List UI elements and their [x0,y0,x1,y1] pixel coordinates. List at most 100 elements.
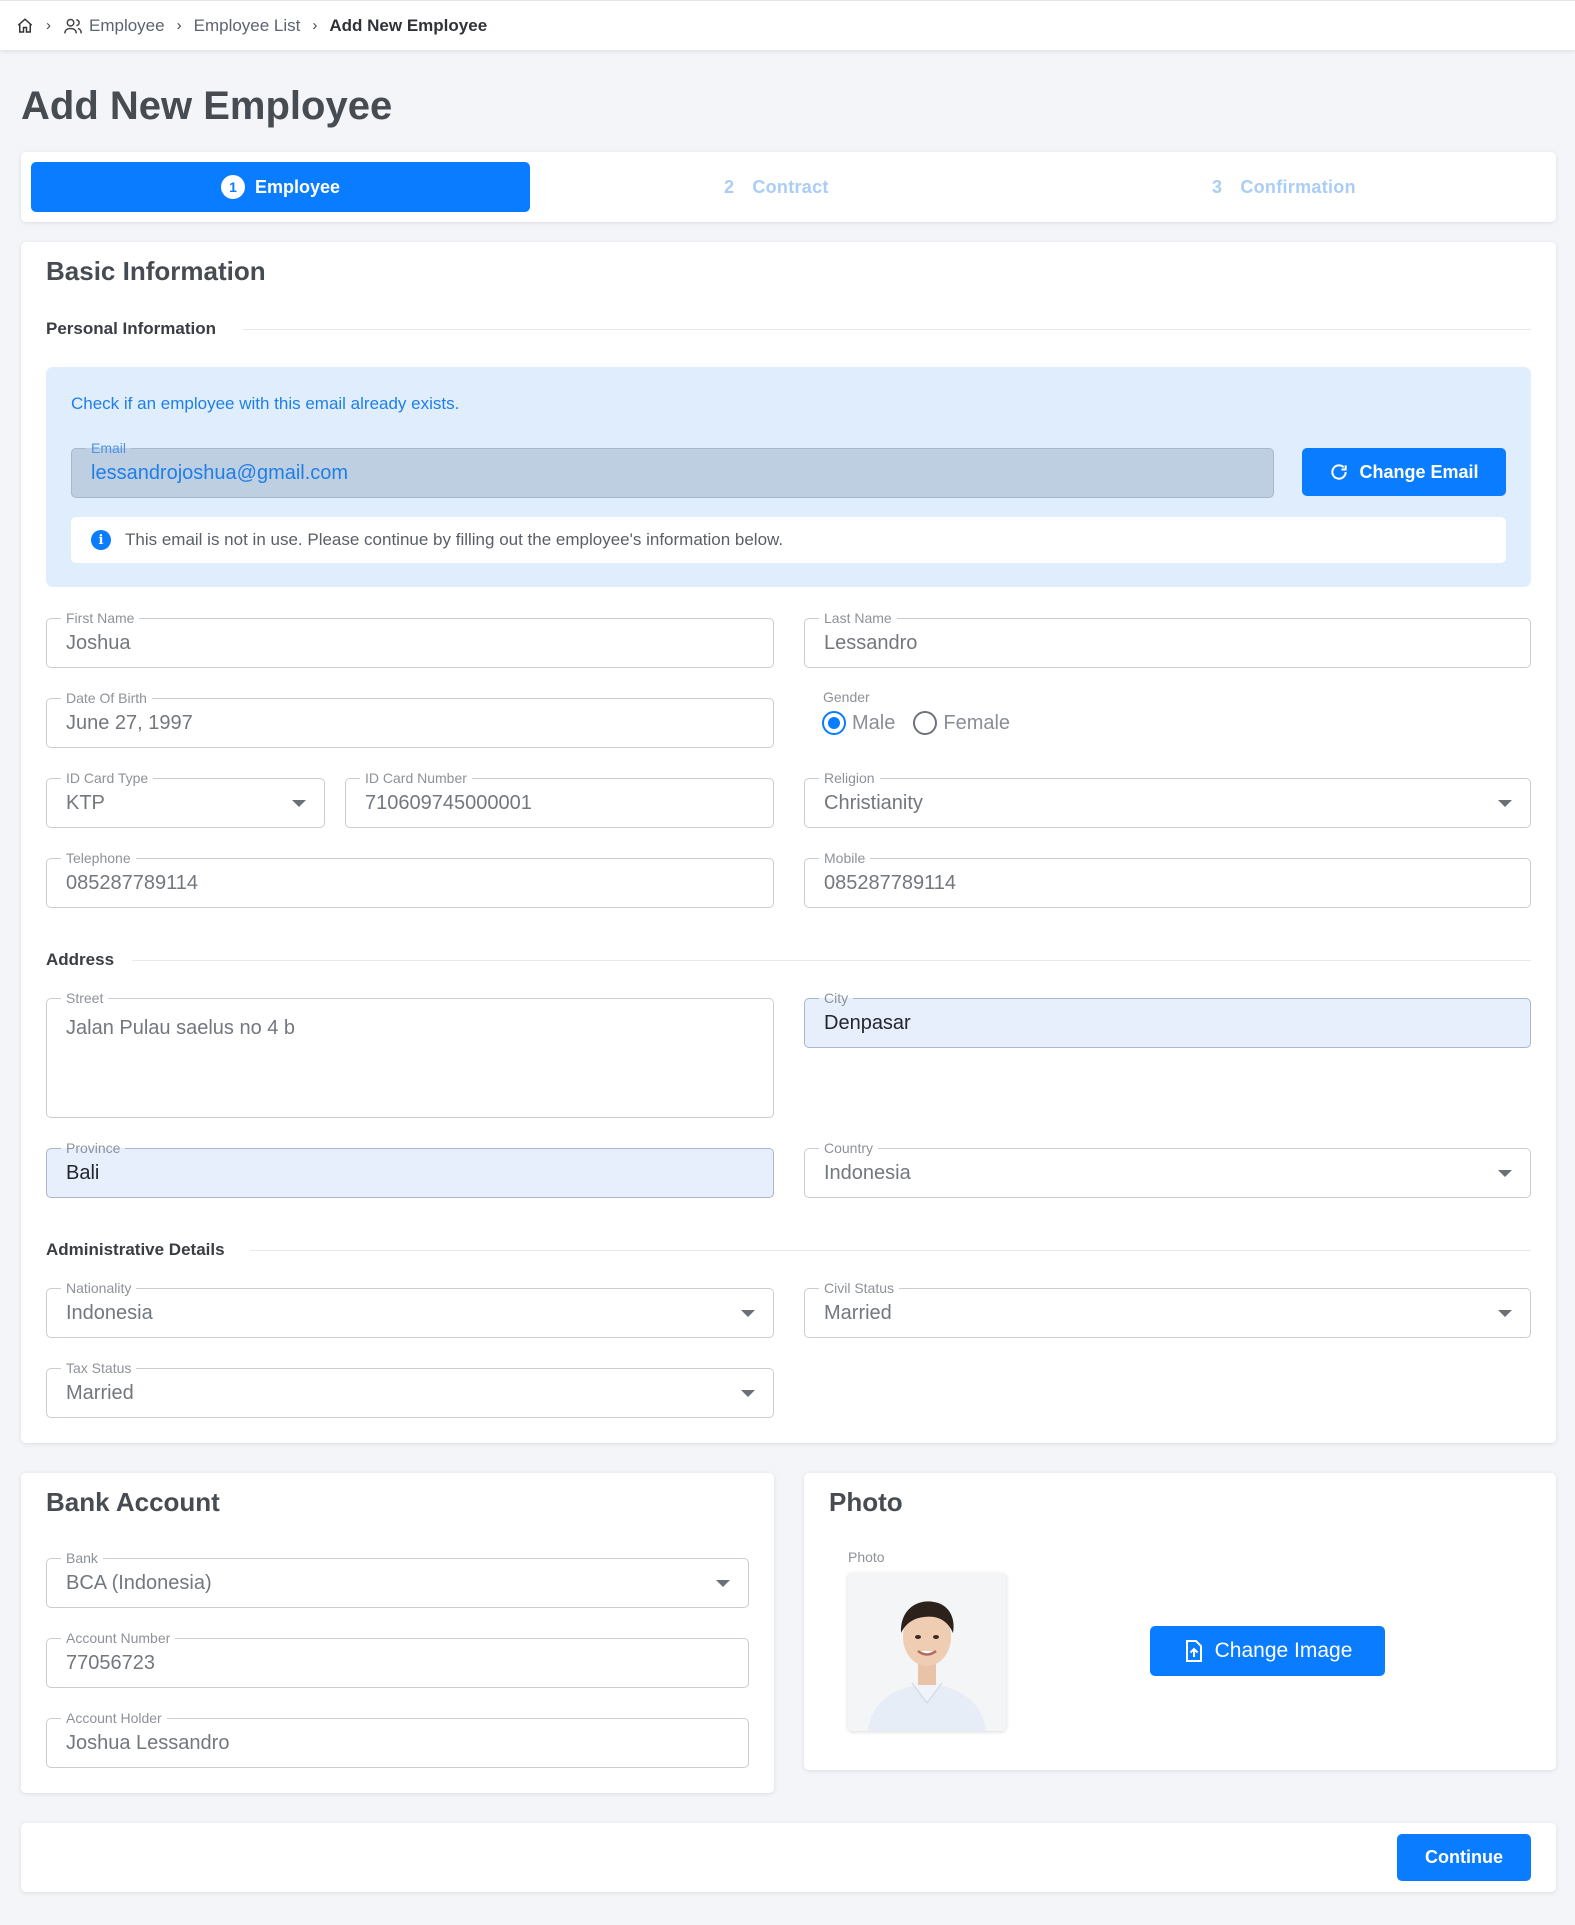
field-label: Telephone [61,850,136,866]
field-value: Jalan Pulau saelus no 4 b [66,1017,296,1039]
field-label: Date Of Birth [61,690,152,706]
email-check-hint: Check if an employee with this email alr… [71,394,460,413]
city-field[interactable]: City Denpasar [804,990,1531,1048]
last-name-field[interactable]: Last Name Lessandro [804,610,1531,668]
nationality-select[interactable]: Nationality Indonesia [46,1280,774,1338]
field-value: Indonesia [824,1162,911,1184]
radio-label: Female [943,711,1011,734]
step-confirmation[interactable]: 3 Confirmation [1212,162,1356,212]
step-employee[interactable]: 1 Employee [31,162,530,212]
change-email-button[interactable]: Change Email [1302,448,1506,496]
gender-label: Gender [823,689,870,705]
field-label: Religion [819,770,880,786]
refresh-icon [1329,462,1349,482]
radio-unchecked-icon [913,711,938,735]
users-icon [63,17,83,35]
step-label: Contract [752,176,829,197]
gender-male-radio[interactable]: Male [822,711,895,735]
field-value: Joshua [66,632,131,654]
religion-select[interactable]: Religion Christianity [804,770,1531,828]
home-icon[interactable] [16,17,34,35]
field-label: Last Name [819,610,897,626]
caret-down-icon [1498,1310,1512,1317]
button-label: Change Email [1359,461,1479,482]
field-value: 085287789114 [824,872,956,894]
field-value: Indonesia [66,1302,153,1324]
field-value: Joshua Lessandro [66,1732,230,1754]
gender-radio-group: Male Female [822,711,1010,735]
chevron-right-icon: › [312,17,318,34]
breadcrumb-label: Employee [89,15,165,35]
field-value: BCA (Indonesia) [66,1572,212,1594]
caret-down-icon [741,1310,755,1317]
province-field[interactable]: Province Bali [46,1140,774,1198]
photo-label: Photo [848,1549,885,1565]
field-label: Account Holder [61,1710,167,1726]
step-label: Employee [254,176,341,197]
step-label: Confirmation [1240,176,1356,197]
caret-down-icon [292,800,306,807]
button-label: Change Image [1214,1639,1353,1662]
step-number: 1 [220,175,245,199]
id-card-number-field[interactable]: ID Card Number 710609745000001 [345,770,774,828]
field-value: lessandrojoshua@gmail.com [91,462,349,484]
field-label: Account Number [61,1630,176,1646]
field-value: KTP [66,792,105,814]
photo-title: Photo [829,1487,903,1517]
field-label: Street [61,990,109,1006]
field-label: Email [86,440,132,456]
employee-photo [848,1573,1006,1731]
chevron-right-icon: › [176,17,182,34]
telephone-field[interactable]: Telephone 085287789114 [46,850,774,908]
field-value: Married [824,1302,892,1324]
first-name-field[interactable]: First Name Joshua [46,610,774,668]
field-value: 085287789114 [66,872,198,894]
field-value: Christianity [824,792,923,814]
account-number-field[interactable]: Account Number 77056723 [46,1630,749,1688]
account-holder-field[interactable]: Account Holder Joshua Lessandro [46,1710,749,1768]
step-number: 2 [724,176,735,197]
street-textarea[interactable]: Street Jalan Pulau saelus no 4 b [46,990,774,1118]
bank-select[interactable]: Bank BCA (Indonesia) [46,1550,749,1608]
button-label: Continue [1425,1847,1503,1867]
step-contract[interactable]: 2 Contract [724,162,829,212]
field-value: Lessandro [824,632,918,654]
email-check-panel: Check if an employee with this email alr… [46,367,1531,587]
step-number: 3 [1212,176,1223,197]
divider [132,960,1531,961]
field-label: Mobile [819,850,871,866]
field-label: Country [819,1140,879,1156]
chevron-right-icon: › [46,17,51,34]
breadcrumb-employee[interactable]: Employee [63,16,165,36]
field-value: 77056723 [66,1652,155,1674]
field-label: Bank [61,1550,103,1566]
radio-label: Male [852,711,896,734]
gender-female-radio[interactable]: Female [913,711,1010,735]
country-select[interactable]: Country Indonesia [804,1140,1531,1198]
continue-button[interactable]: Continue [1397,1834,1531,1881]
date-of-birth-field[interactable]: Date Of Birth June 27, 1997 [46,690,774,748]
field-value: Denpasar [824,1012,911,1034]
email-field[interactable]: Email lessandrojoshua@gmail.com [71,440,1274,498]
footer-bar [21,1823,1556,1892]
bank-account-title: Bank Account [46,1487,220,1517]
field-value: Bali [66,1162,100,1184]
field-value: 710609745000001 [365,792,532,814]
info-icon: i [91,530,111,550]
field-label: First Name [61,610,140,626]
field-label: ID Card Number [360,770,472,786]
field-label: Tax Status [61,1360,137,1376]
id-card-type-select[interactable]: ID Card Type KTP [46,770,325,828]
field-value: June 27, 1997 [66,712,193,734]
field-value: Married [66,1382,134,1404]
civil-status-select[interactable]: Civil Status Married [804,1280,1531,1338]
tax-status-select[interactable]: Tax Status Married [46,1360,774,1418]
mobile-field[interactable]: Mobile 085287789114 [804,850,1531,908]
basic-information-title: Basic Information [46,256,266,286]
caret-down-icon [1498,800,1512,807]
breadcrumb-employee-list[interactable]: Employee List [194,16,301,36]
field-label: Province [61,1140,126,1156]
change-image-button[interactable]: Change Image [1150,1626,1385,1676]
radio-checked-icon [822,711,846,735]
page-title: Add New Employee [21,84,393,128]
